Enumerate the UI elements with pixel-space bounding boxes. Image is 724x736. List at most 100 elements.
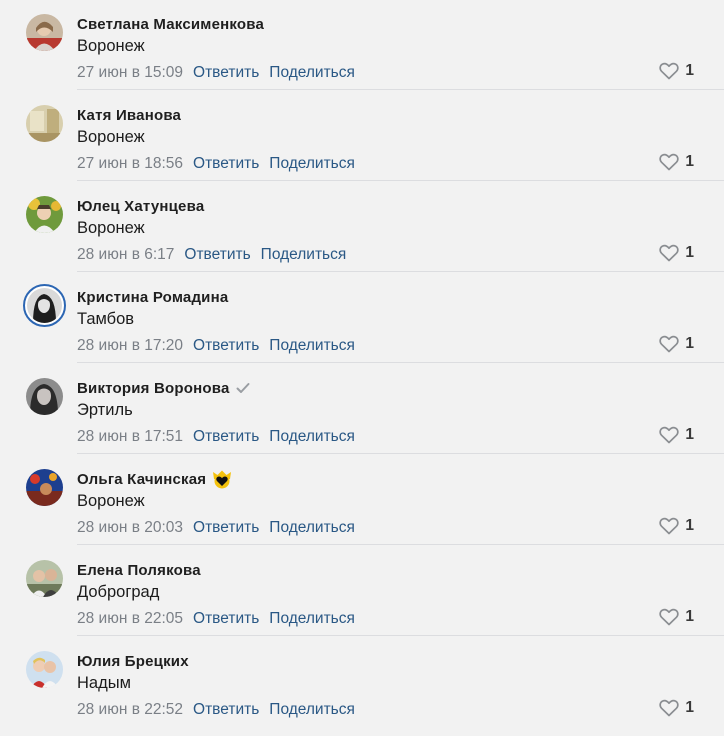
heart-icon <box>659 517 680 535</box>
avatar[interactable] <box>26 14 63 51</box>
comments-list: Светлана Максименкова Воронеж 27 июн в 1… <box>0 0 724 736</box>
heart-icon <box>659 699 680 717</box>
comment-meta: 28 июн в 22:52 Ответить Поделиться <box>77 701 355 719</box>
avatar[interactable] <box>26 560 63 597</box>
author-name[interactable]: Катя Иванова <box>77 107 181 124</box>
like-button[interactable]: 1 <box>659 153 694 171</box>
share-button[interactable]: Поделиться <box>269 428 355 446</box>
share-button[interactable]: Поделиться <box>269 519 355 537</box>
divider <box>77 453 724 454</box>
share-button[interactable]: Поделиться <box>269 64 355 82</box>
comment-item: Катя Иванова Воронеж 27 июн в 18:56 Отве… <box>0 91 724 181</box>
heart-icon <box>659 426 680 444</box>
comment-text: Воронеж <box>77 128 145 146</box>
comment-meta: 27 июн в 15:09 Ответить Поделиться <box>77 64 355 82</box>
like-button[interactable]: 1 <box>659 62 694 80</box>
comment-meta: 28 июн в 22:05 Ответить Поделиться <box>77 610 355 628</box>
reply-button[interactable]: Ответить <box>193 428 259 446</box>
verified-check-icon <box>236 382 250 394</box>
avatar[interactable] <box>26 651 63 688</box>
like-button[interactable]: 1 <box>659 335 694 353</box>
author-name[interactable]: Ольга Качинская <box>77 471 206 488</box>
like-count: 1 <box>685 699 694 716</box>
comment-date[interactable]: 27 июн в 18:56 <box>77 155 183 173</box>
comment-item: Юлия Брецких Надым 28 июн в 22:52 Ответи… <box>0 637 724 727</box>
heart-icon <box>659 608 680 626</box>
comment-item: Кристина Ромадина Тамбов 28 июн в 17:20 … <box>0 273 724 363</box>
comment-item: Ольга Качинская Воронеж 28 июн в 20:03 О… <box>0 455 724 545</box>
author-line: Ольга Качинская <box>77 469 232 489</box>
author-line: Виктория Воронова <box>77 378 250 398</box>
avatar[interactable] <box>26 196 63 233</box>
comment-meta: 28 июн в 6:17 Ответить Поделиться <box>77 246 346 264</box>
reply-button[interactable]: Ответить <box>193 519 259 537</box>
like-button[interactable]: 1 <box>659 426 694 444</box>
divider <box>77 180 724 181</box>
comment-text: Тамбов <box>77 310 135 328</box>
divider <box>77 89 724 90</box>
comment-text: Воронеж <box>77 219 145 237</box>
heart-icon <box>659 153 680 171</box>
author-line: Елена Полякова <box>77 560 201 580</box>
reply-button[interactable]: Ответить <box>184 246 250 264</box>
reply-button[interactable]: Ответить <box>193 610 259 628</box>
avatar[interactable] <box>26 469 63 506</box>
author-line: Кристина Ромадина <box>77 287 228 307</box>
comment-meta: 27 июн в 18:56 Ответить Поделиться <box>77 155 355 173</box>
author-name[interactable]: Виктория Воронова <box>77 380 230 397</box>
comment-text: Надым <box>77 674 131 692</box>
like-count: 1 <box>685 426 694 443</box>
share-button[interactable]: Поделиться <box>269 610 355 628</box>
author-name[interactable]: Юлия Брецких <box>77 653 189 670</box>
comment-date[interactable]: 28 июн в 20:03 <box>77 519 183 537</box>
author-name[interactable]: Юлец Хатунцева <box>77 198 204 215</box>
avatar[interactable] <box>26 105 63 142</box>
comment-text: Воронеж <box>77 492 145 510</box>
reply-button[interactable]: Ответить <box>193 64 259 82</box>
comment-date[interactable]: 28 июн в 22:52 <box>77 701 183 719</box>
author-line: Светлана Максименкова <box>77 14 264 34</box>
reply-button[interactable]: Ответить <box>193 701 259 719</box>
divider <box>77 362 724 363</box>
comment-date[interactable]: 28 июн в 17:20 <box>77 337 183 355</box>
comment-text: Эртиль <box>77 401 133 419</box>
author-name[interactable]: Елена Полякова <box>77 562 201 579</box>
comment-meta: 28 июн в 17:20 Ответить Поделиться <box>77 337 355 355</box>
author-line: Катя Иванова <box>77 105 181 125</box>
author-name[interactable]: Кристина Ромадина <box>77 289 228 306</box>
like-count: 1 <box>685 608 694 625</box>
heart-icon <box>659 244 680 262</box>
like-button[interactable]: 1 <box>659 517 694 535</box>
like-button[interactable]: 1 <box>659 244 694 262</box>
like-count: 1 <box>685 517 694 534</box>
author-line: Юлец Хатунцева <box>77 196 204 216</box>
divider <box>77 544 724 545</box>
comment-date[interactable]: 28 июн в 22:05 <box>77 610 183 628</box>
reply-button[interactable]: Ответить <box>193 155 259 173</box>
comment-item: Юлец Хатунцева Воронеж 28 июн в 6:17 Отв… <box>0 182 724 272</box>
comment-date[interactable]: 28 июн в 6:17 <box>77 246 174 264</box>
share-button[interactable]: Поделиться <box>261 246 347 264</box>
comment-date[interactable]: 28 июн в 17:51 <box>77 428 183 446</box>
heart-crown-icon <box>212 470 232 489</box>
like-count: 1 <box>685 244 694 261</box>
heart-icon <box>659 62 680 80</box>
like-button[interactable]: 1 <box>659 699 694 717</box>
like-button[interactable]: 1 <box>659 608 694 626</box>
avatar[interactable] <box>23 284 66 327</box>
comment-meta: 28 июн в 17:51 Ответить Поделиться <box>77 428 355 446</box>
author-name[interactable]: Светлана Максименкова <box>77 16 264 33</box>
divider <box>77 635 724 636</box>
comment-item: Виктория Воронова Эртиль 28 июн в 17:51 … <box>0 364 724 454</box>
share-button[interactable]: Поделиться <box>269 701 355 719</box>
heart-icon <box>659 335 680 353</box>
author-line: Юлия Брецких <box>77 651 189 671</box>
comment-date[interactable]: 27 июн в 15:09 <box>77 64 183 82</box>
comment-item: Елена Полякова Доброград 28 июн в 22:05 … <box>0 546 724 636</box>
comment-meta: 28 июн в 20:03 Ответить Поделиться <box>77 519 355 537</box>
avatar[interactable] <box>26 378 63 415</box>
share-button[interactable]: Поделиться <box>269 155 355 173</box>
like-count: 1 <box>685 153 694 170</box>
share-button[interactable]: Поделиться <box>269 337 355 355</box>
reply-button[interactable]: Ответить <box>193 337 259 355</box>
